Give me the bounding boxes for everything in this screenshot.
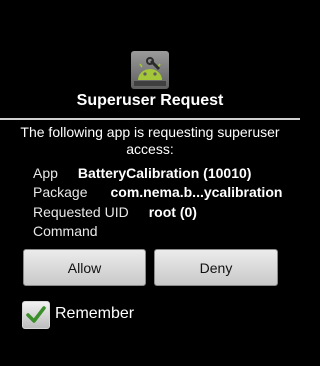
detail-row-uid: Requested UID root (0): [33, 202, 293, 222]
dialog-message: The following app is requesting superuse…: [20, 124, 280, 157]
remember-label[interactable]: Remember: [55, 305, 134, 323]
android-robot-repair-icon: [130, 50, 170, 90]
superuser-request-dialog: Superuser Request The following app is r…: [0, 0, 300, 366]
package-label: Package: [33, 184, 88, 201]
uid-label: Requested UID: [33, 203, 129, 220]
deny-button[interactable]: Deny: [154, 249, 278, 286]
title-divider: [0, 118, 300, 120]
allow-button[interactable]: Allow: [23, 249, 146, 286]
detail-row-app: App BatteryCalibration (10010): [33, 163, 293, 183]
app-label: App: [33, 164, 58, 181]
app-value: BatteryCalibration (10010): [77, 164, 252, 181]
checkmark-icon: [26, 306, 46, 323]
request-details: App BatteryCalibration (10010) Package c…: [33, 163, 293, 241]
package-value: com.nema.b...ycalibration: [110, 184, 283, 201]
uid-value: root (0): [148, 203, 197, 220]
command-label: Command: [33, 223, 98, 240]
detail-row-package: Package com.nema.b...ycalibration: [33, 183, 293, 203]
detail-row-command: Command: [33, 222, 293, 242]
dialog-title: Superuser Request: [76, 92, 224, 109]
remember-checkbox[interactable]: [22, 301, 50, 329]
